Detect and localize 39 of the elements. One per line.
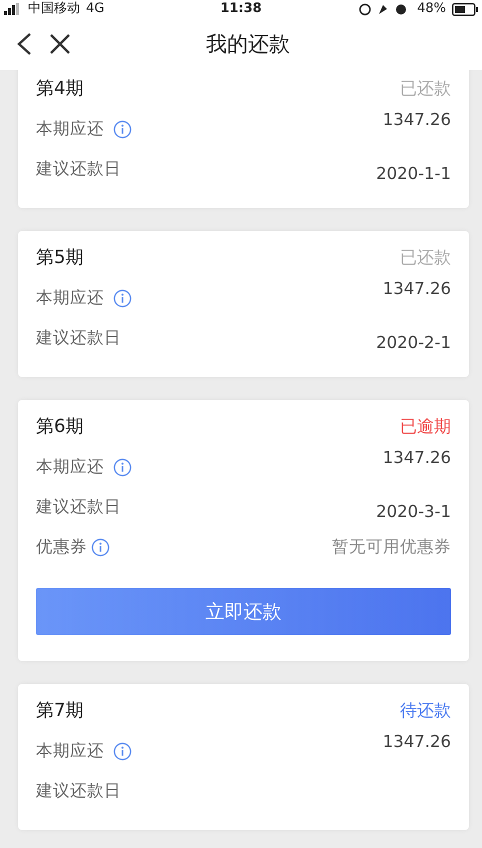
network-type: 4G xyxy=(86,1,104,17)
period-title: 第7期 xyxy=(36,699,84,722)
page-title: 我的还款 xyxy=(205,31,291,58)
battery-icon xyxy=(452,2,478,16)
amount-value: 1347.26 xyxy=(382,110,451,129)
field-label: 建议还款日 xyxy=(36,327,121,349)
amount-value: 1347.26 xyxy=(382,732,451,751)
payment-status: 已还款 xyxy=(400,246,451,268)
field-label: 建议还款日 xyxy=(36,158,121,180)
payment-status: 待还款 xyxy=(400,700,451,722)
amount-value: 1347.26 xyxy=(382,279,451,298)
payment-status: 已逾期 xyxy=(400,416,451,438)
close-button[interactable] xyxy=(48,32,72,56)
due-date: 2020-3-1 xyxy=(376,502,451,521)
clock-time: 11:38 xyxy=(220,1,262,17)
due-date: 2020-2-1 xyxy=(376,333,451,352)
repay-button[interactable]: 立即还款 xyxy=(36,588,451,635)
coupon-value: 暂无可用优惠券 xyxy=(332,536,451,558)
amount-value: 1347.26 xyxy=(382,448,451,467)
battery-percent: 48% xyxy=(417,1,446,17)
info-icon[interactable] xyxy=(91,538,110,556)
signal-icon xyxy=(4,3,22,15)
field-label: 本期应还 xyxy=(36,740,104,762)
field-label: 建议还款日 xyxy=(36,780,121,802)
period-title: 第6期 xyxy=(36,415,84,438)
field-label: 优惠券 xyxy=(36,536,87,558)
info-icon[interactable] xyxy=(113,458,132,476)
info-icon[interactable] xyxy=(113,288,132,308)
info-icon[interactable] xyxy=(113,742,132,760)
due-date: 2020-1-1 xyxy=(376,164,451,183)
field-label: 本期应还 xyxy=(36,287,104,309)
period-title: 第4期 xyxy=(36,77,84,100)
field-label: 本期应还 xyxy=(36,456,104,478)
payment-status: 已还款 xyxy=(400,78,451,100)
period-title: 第5期 xyxy=(36,246,84,269)
carrier-name: 中国移动 xyxy=(28,1,80,17)
field-label: 建议还款日 xyxy=(36,496,121,518)
field-label: 本期应还 xyxy=(36,118,104,140)
info-icon[interactable] xyxy=(113,120,132,138)
